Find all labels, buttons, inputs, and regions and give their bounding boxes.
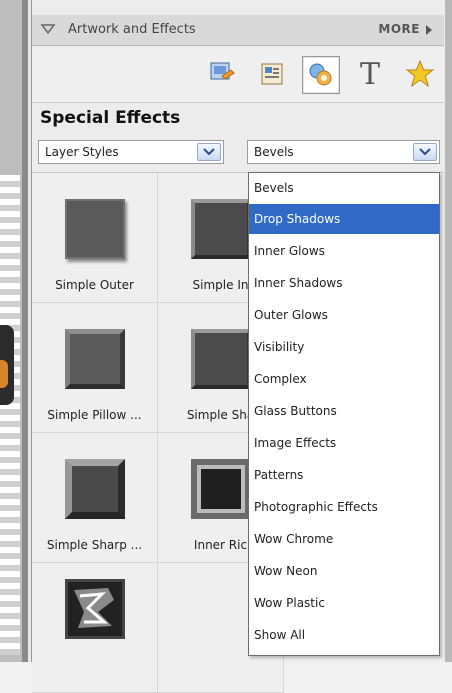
effect-thumbnail — [65, 459, 125, 519]
panel-header: Artwork and Effects MORE — [32, 15, 444, 46]
effect-tile[interactable]: Simple Pillow ... — [32, 303, 158, 433]
effect-thumbnail — [191, 329, 251, 389]
dropdown-option[interactable]: Inner Glows — [249, 236, 439, 266]
backgrounds-tool-button[interactable] — [254, 56, 290, 92]
dropdown-option[interactable]: Complex — [249, 364, 439, 394]
artwork-icon — [210, 62, 235, 80]
dropdown-option[interactable]: Outer Glows — [249, 300, 439, 330]
window-edge — [445, 0, 452, 662]
dropdown-option-selected[interactable]: Drop Shadows — [249, 204, 439, 234]
effect-thumbnail — [65, 329, 125, 389]
favorites-icon — [405, 59, 435, 88]
dropdown-option[interactable]: Photographic Effects — [249, 492, 439, 522]
effect-thumbnail — [191, 459, 251, 519]
panel-title: Artwork and Effects — [68, 22, 196, 37]
favorites-tool-button[interactable] — [402, 56, 438, 92]
canvas-strip — [0, 175, 20, 655]
dropdown-option[interactable]: Show All — [249, 620, 439, 650]
dropdown-option[interactable]: Image Effects — [249, 428, 439, 458]
effect-thumbnail — [191, 199, 251, 259]
canvas-image-fragment-orange — [0, 360, 8, 388]
dropdown-option[interactable]: Visibility — [249, 332, 439, 362]
collapse-triangle-icon[interactable] — [40, 22, 56, 36]
text-tool-button[interactable]: T — [352, 56, 388, 92]
section-title: Special Effects — [40, 108, 181, 128]
backgrounds-icon — [261, 63, 283, 85]
category-select-value: Layer Styles — [45, 145, 119, 159]
chevron-down-icon[interactable] — [197, 143, 221, 161]
dropdown-option[interactable]: Inner Shadows — [249, 268, 439, 298]
chevron-down-icon[interactable] — [413, 143, 437, 161]
effect-label: Simple Pillow ... — [47, 408, 142, 422]
effect-tile[interactable]: Simple Sharp ... — [32, 433, 158, 563]
effect-thumbnail — [65, 579, 125, 639]
style-select[interactable]: Bevels — [247, 140, 440, 164]
effect-tile[interactable]: Simple Outer — [32, 173, 158, 303]
style-dropdown-list: Bevels Drop Shadows Inner Glows Inner Sh… — [248, 172, 440, 656]
effect-thumbnail — [65, 199, 125, 259]
effects-icon — [309, 63, 332, 86]
workspace-canvas-edge — [0, 0, 22, 662]
dropdown-option[interactable]: Bevels — [249, 173, 439, 203]
effect-tile[interactable] — [32, 563, 158, 693]
effect-label: Simple Outer — [55, 278, 134, 292]
dropdown-option[interactable]: Wow Chrome — [249, 524, 439, 554]
artwork-effects-panel: Artwork and Effects MORE T Special Effec… — [31, 0, 446, 693]
dropdown-option[interactable]: Patterns — [249, 460, 439, 490]
effects-tool-button[interactable] — [302, 56, 340, 94]
panel-toolbar: T — [32, 48, 444, 103]
dropdown-option[interactable]: Wow Plastic — [249, 588, 439, 618]
more-arrow-icon[interactable] — [426, 25, 432, 35]
dropdown-option[interactable]: Wow Neon — [249, 556, 439, 586]
more-button[interactable]: MORE — [378, 22, 420, 36]
category-select[interactable]: Layer Styles — [38, 140, 224, 164]
style-select-value: Bevels — [254, 145, 294, 159]
artwork-tool-button[interactable] — [204, 56, 240, 92]
effect-label: Simple Sharp ... — [46, 538, 143, 552]
text-icon: T — [359, 56, 380, 92]
dropdown-option[interactable]: Glass Buttons — [249, 396, 439, 426]
